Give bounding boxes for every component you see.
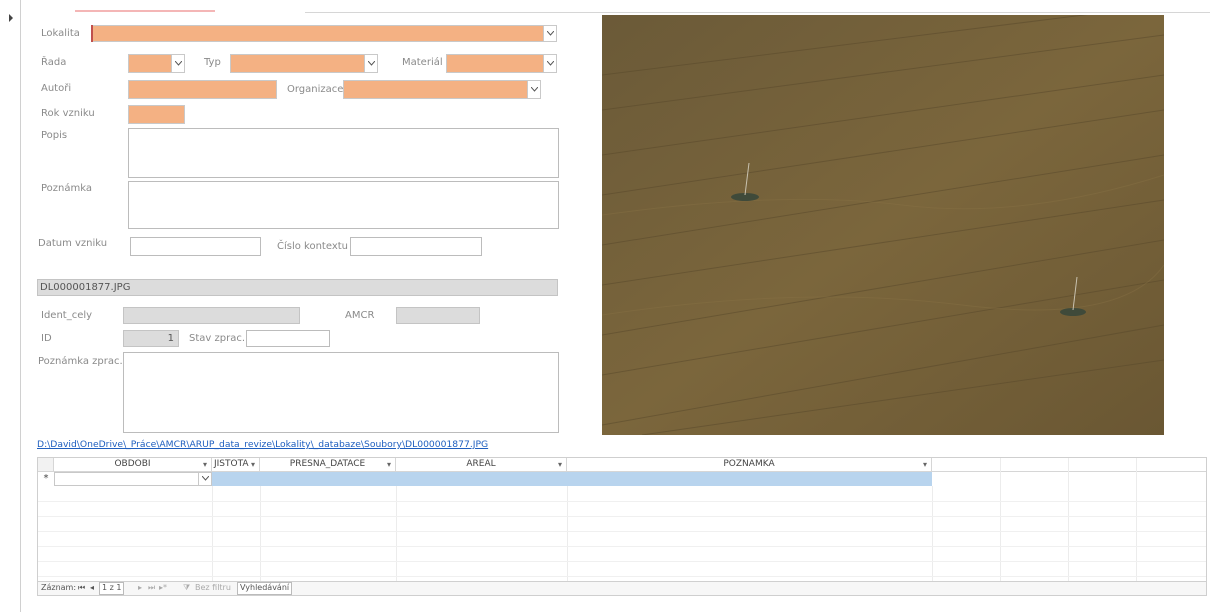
new-row-highlight[interactable] [212, 472, 932, 486]
col-header-obdobi-label: OBDOBI [114, 459, 151, 469]
lokalita-combo[interactable] [92, 25, 557, 42]
ident-field [123, 307, 300, 324]
amcr-label: AMCR [345, 310, 375, 321]
filter-icon[interactable]: ⧩ [183, 583, 190, 593]
records-datasheet[interactable]: OBDOBI ▾ JISTOTA ▾ PRESNA_DATACE ▾ AREAL ▾ P… [37, 457, 1207, 596]
record-label: Záznam: [41, 583, 77, 592]
chevron-down-icon[interactable] [527, 81, 540, 98]
col-header-areal-label: AREAL [466, 459, 496, 469]
prev-record-icon[interactable]: ◂ [90, 583, 94, 592]
chevron-down-icon[interactable]: ▾ [251, 458, 255, 471]
col-header-empty [932, 458, 1206, 472]
record-position-input[interactable]: 1 z 1 [99, 582, 125, 595]
grid-vline [1136, 458, 1137, 581]
col-header-jistota-label: JISTOTA [214, 459, 249, 469]
grid-hline [38, 576, 1206, 577]
chevron-down-icon[interactable] [364, 55, 377, 72]
grid-hline [38, 561, 1206, 562]
obdobi-cell-combo[interactable] [54, 472, 212, 486]
grid-hline [38, 501, 1206, 502]
chevron-down-icon[interactable]: ▾ [387, 458, 391, 471]
tab-highlight [75, 10, 215, 12]
rada-combo[interactable] [128, 54, 185, 73]
tab-strip-line [305, 12, 1210, 13]
record-navigator: Záznam: ⏮ ◂ 1 z 1 ▸ ⏭ ▸* ⧩ Bez filtru Vy… [38, 581, 1206, 595]
datum-field[interactable] [130, 237, 261, 256]
col-header-presna-datace-label: PRESNA_DATACE [289, 459, 366, 469]
left-border [20, 0, 21, 612]
lokalita-label: Lokalita [41, 28, 80, 39]
id-field: 1 [123, 330, 179, 347]
first-record-icon[interactable]: ⏮ [78, 583, 85, 593]
lokalita-accent-bar [91, 25, 93, 42]
id-label: ID [41, 333, 52, 344]
popis-label: Popis [41, 130, 68, 141]
stav-field[interactable] [246, 330, 330, 347]
grid-hline [38, 546, 1206, 547]
cislo-kontextu-field[interactable] [350, 237, 482, 256]
organizace-label: Organizace [287, 84, 344, 95]
poznamka-label: Poznámka [41, 183, 92, 194]
autori-field[interactable] [128, 80, 277, 99]
grid-hline [38, 531, 1206, 532]
grid-hline [38, 516, 1206, 517]
material-combo[interactable] [446, 54, 557, 73]
last-record-icon[interactable]: ⏭ [148, 583, 155, 593]
grid-vline [1068, 458, 1069, 581]
poznamka-textarea[interactable] [128, 181, 559, 229]
rok-label: Rok vzniku [41, 108, 95, 119]
poznamka-zprac-label: Poznámka zprac. [38, 356, 123, 367]
col-header-presna-datace[interactable]: PRESNA_DATACE ▾ [260, 458, 396, 472]
chevron-down-icon[interactable] [198, 473, 211, 485]
id-value: 1 [167, 333, 174, 344]
popis-textarea[interactable] [128, 128, 559, 178]
cislo-kontextu-label: Číslo kontextu [277, 241, 349, 252]
col-header-poznamka-label: POZNAMKA [723, 459, 775, 469]
autori-label: Autoři [41, 83, 72, 94]
typ-label: Typ [204, 57, 221, 68]
new-record-icon[interactable]: ▸* [159, 583, 167, 592]
organizace-combo[interactable] [343, 80, 541, 99]
stav-label: Stav zprac. [189, 333, 246, 344]
filename-text: DL000001877.JPG [40, 282, 131, 293]
filename-field: DL000001877.JPG [37, 279, 558, 296]
file-path-link[interactable]: D:\David\OneDrive\_Práce\AMCR\ARUP_data_… [37, 439, 488, 450]
col-header-jistota[interactable]: JISTOTA ▾ [212, 458, 260, 472]
datum-label: Datum vzniku [38, 238, 108, 249]
chevron-down-icon[interactable] [171, 55, 184, 72]
chevron-down-icon[interactable] [543, 55, 556, 72]
aerial-photo [602, 15, 1164, 435]
amcr-field [396, 307, 480, 324]
next-record-icon[interactable]: ▸ [138, 583, 142, 592]
chevron-down-icon[interactable]: ▾ [558, 458, 562, 471]
col-header-obdobi[interactable]: OBDOBI ▾ [54, 458, 212, 472]
new-record-selector[interactable]: * [38, 472, 54, 486]
select-all-cell[interactable] [38, 458, 54, 472]
col-header-poznamka[interactable]: POZNAMKA ▾ [567, 458, 932, 472]
chevron-down-icon[interactable]: ▾ [923, 458, 927, 471]
chevron-down-icon[interactable]: ▾ [203, 458, 207, 471]
filter-label[interactable]: Bez filtru [195, 583, 231, 592]
record-selector-arrow[interactable] [9, 14, 13, 22]
rok-field[interactable] [128, 105, 185, 124]
chevron-down-icon[interactable] [543, 26, 556, 41]
col-header-areal[interactable]: AREAL ▾ [396, 458, 567, 472]
ident-label: Ident_cely [41, 310, 93, 321]
poznamka-zprac-textarea[interactable] [123, 352, 559, 433]
grid-vline [1000, 458, 1001, 581]
rada-label: Řada [41, 57, 67, 68]
search-input[interactable]: Vyhledávání [237, 582, 293, 595]
material-label: Materiál [402, 57, 443, 68]
typ-combo[interactable] [230, 54, 378, 73]
